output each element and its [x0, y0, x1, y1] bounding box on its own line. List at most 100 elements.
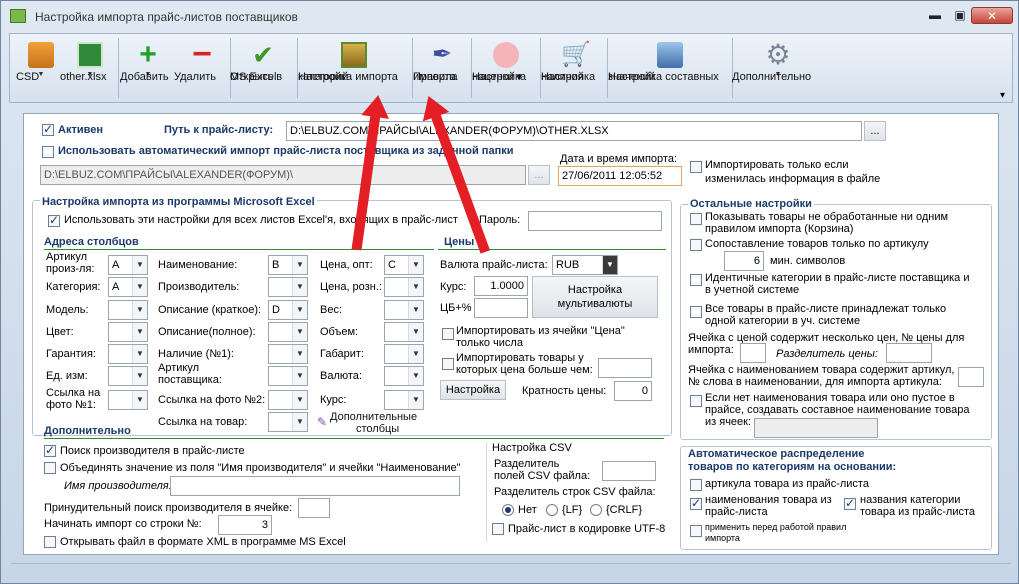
price-separator-input[interactable] [886, 343, 932, 363]
import-gt-label-1: Импортировать товары у [456, 352, 584, 364]
dist-by-category-checkbox[interactable] [844, 496, 856, 510]
toolbar-overflow-button[interactable]: ▾ [1000, 90, 1005, 101]
import-price-label-1: Импортировать из ячейки "Цена" [456, 325, 625, 337]
manufacturer-column-select[interactable]: ▼ [268, 277, 308, 297]
multicurrency-button[interactable]: Настройка мультивалюты [532, 276, 658, 318]
match-article-checkbox[interactable] [690, 239, 702, 251]
start-row-label: Начинать импорт со строки №: [44, 518, 202, 530]
price-settings-button[interactable]: Настройка [440, 380, 506, 400]
photo1-column-select[interactable]: ▼ [108, 390, 148, 410]
desc-full-column-select[interactable]: ▼ [268, 322, 308, 342]
remove-button[interactable]: − Удалить [174, 34, 230, 102]
import-price-only-numbers-checkbox[interactable] [442, 328, 454, 340]
supplier-article-column-select[interactable]: ▼ [268, 366, 308, 386]
manufacturer-name-input[interactable] [170, 476, 460, 496]
composite-name-checkbox[interactable] [690, 395, 702, 407]
rate-column-select[interactable]: ▼ [384, 390, 424, 410]
before-rules-checkbox[interactable] [690, 525, 702, 537]
merge-names-label: Объединять значение из поля "Имя произво… [60, 462, 461, 474]
row-sep-crlf-radio[interactable] [590, 504, 602, 516]
extra-columns-link-1[interactable]: Дополнительные [330, 411, 417, 423]
auto-import-checkbox[interactable] [42, 146, 54, 158]
price-number-input[interactable] [740, 343, 766, 363]
minimize-button[interactable]: ▬ [921, 7, 949, 24]
article-column-select[interactable]: A ▼ [108, 255, 148, 275]
photo2-column-select[interactable]: ▼ [268, 390, 308, 410]
availability-column-select[interactable]: ▼ [268, 344, 308, 364]
main-window: Настройка импорта прайс-листов поставщик… [0, 0, 1019, 584]
field-sep-label-1: Разделитель [494, 458, 560, 470]
use-all-sheets-checkbox[interactable] [48, 213, 60, 227]
min-chars-input[interactable]: 6 [724, 251, 764, 271]
search-manufacturer-checkbox[interactable] [44, 443, 56, 457]
price-gt-input[interactable] [598, 358, 652, 378]
row-sep-lf-radio[interactable] [546, 504, 558, 516]
other-xlsx-button[interactable]: other.xlsx ▼ [60, 34, 120, 102]
dist-by-article-checkbox[interactable] [690, 479, 702, 491]
multiplicity-input[interactable]: 0 [614, 381, 652, 401]
availability-label: Наличие (№1): [158, 348, 234, 360]
extra-divider [44, 438, 664, 439]
field-separator-input[interactable] [602, 461, 656, 481]
prices-divider [438, 249, 666, 250]
show-unprocessed-checkbox[interactable] [690, 213, 702, 225]
volume-column-select[interactable]: ▼ [384, 322, 424, 342]
browse-path-button[interactable]: ... [864, 121, 886, 141]
unit-column-select[interactable]: ▼ [108, 366, 148, 386]
warranty-column-select[interactable]: ▼ [108, 344, 148, 364]
dist-by-category-label-1: названия категории [860, 494, 961, 506]
stock-settings-button[interactable]: 🛒 Настройка наличия [541, 34, 607, 102]
manufacturer-name-label: Имя производителя: [64, 480, 172, 492]
path-label: Путь к прайс-листу: [164, 124, 274, 136]
dist-by-name-checkbox[interactable] [690, 496, 702, 510]
prices-header: Цены [444, 236, 475, 248]
color-column-select[interactable]: ▼ [108, 322, 148, 342]
composite-cells-input[interactable] [754, 418, 878, 438]
maximize-button[interactable]: ▣ [946, 7, 974, 24]
open-excel-button[interactable]: ✔ Открыть в MS Excel [230, 34, 296, 102]
csd-button[interactable]: CSD ▼ [16, 34, 66, 102]
dims-column-select[interactable]: ▼ [384, 344, 424, 364]
currency-select[interactable]: RUB ▼ [552, 255, 618, 275]
price-opt-column-select[interactable]: C ▼ [384, 255, 424, 275]
cb-percent-input[interactable] [474, 298, 528, 318]
merge-names-checkbox[interactable] [44, 462, 56, 474]
browse-folder-button[interactable]: ... [528, 165, 550, 185]
row-sep-none-radio[interactable] [502, 504, 514, 516]
desc-short-column-select[interactable]: D ▼ [268, 300, 308, 320]
rate-input[interactable]: 1.0000 [474, 276, 528, 296]
markup-settings-button[interactable]: Настройка наценки ▾ [472, 34, 540, 102]
model-column-select[interactable]: ▼ [108, 300, 148, 320]
article-word-input[interactable] [958, 367, 984, 387]
weight-column-select[interactable]: ▼ [384, 300, 424, 320]
currency-column-select[interactable]: ▼ [384, 366, 424, 386]
category-column-select[interactable]: A ▼ [108, 277, 148, 297]
force-search-input[interactable] [298, 498, 330, 518]
multiplicity-label: Кратность цены: [522, 385, 607, 397]
product-link-column-select[interactable]: ▼ [268, 412, 308, 432]
utf8-checkbox[interactable] [492, 523, 504, 535]
composite-values-button[interactable]: Настройка составных значений [608, 34, 732, 102]
price-retail-column-select[interactable]: ▼ [384, 277, 424, 297]
excel-file-icon [77, 42, 103, 68]
model-label: Модель: [46, 304, 89, 316]
open-xml-checkbox[interactable] [44, 536, 56, 548]
extra-columns-link-2[interactable]: столбцы [356, 423, 399, 435]
name-column-select[interactable]: B ▼ [268, 255, 308, 275]
active-checkbox[interactable] [42, 122, 54, 136]
close-button[interactable]: ✕ [971, 7, 1013, 24]
start-row-input[interactable]: 3 [218, 515, 272, 535]
import-price-gt-checkbox[interactable] [442, 358, 454, 370]
add-button[interactable]: + Добавить ▼ [120, 34, 176, 102]
one-category-checkbox[interactable] [690, 306, 702, 318]
identical-categories-checkbox[interactable] [690, 274, 702, 286]
csv-divider [486, 442, 487, 542]
password-input[interactable] [528, 211, 662, 231]
import-price-label-2: только числа [456, 337, 523, 349]
extra-menu-button[interactable]: ⚙ Дополнительно ▼ [732, 34, 824, 102]
currency-col-label: Валюта: [320, 370, 362, 382]
extra-columns-icon: ✎ [317, 415, 328, 429]
only-changed-checkbox[interactable] [690, 161, 702, 173]
category-import-settings-button[interactable]: Настройка импорта категорий [298, 34, 410, 102]
import-date-field[interactable]: 27/06/2011 12:05:52 [558, 166, 682, 186]
